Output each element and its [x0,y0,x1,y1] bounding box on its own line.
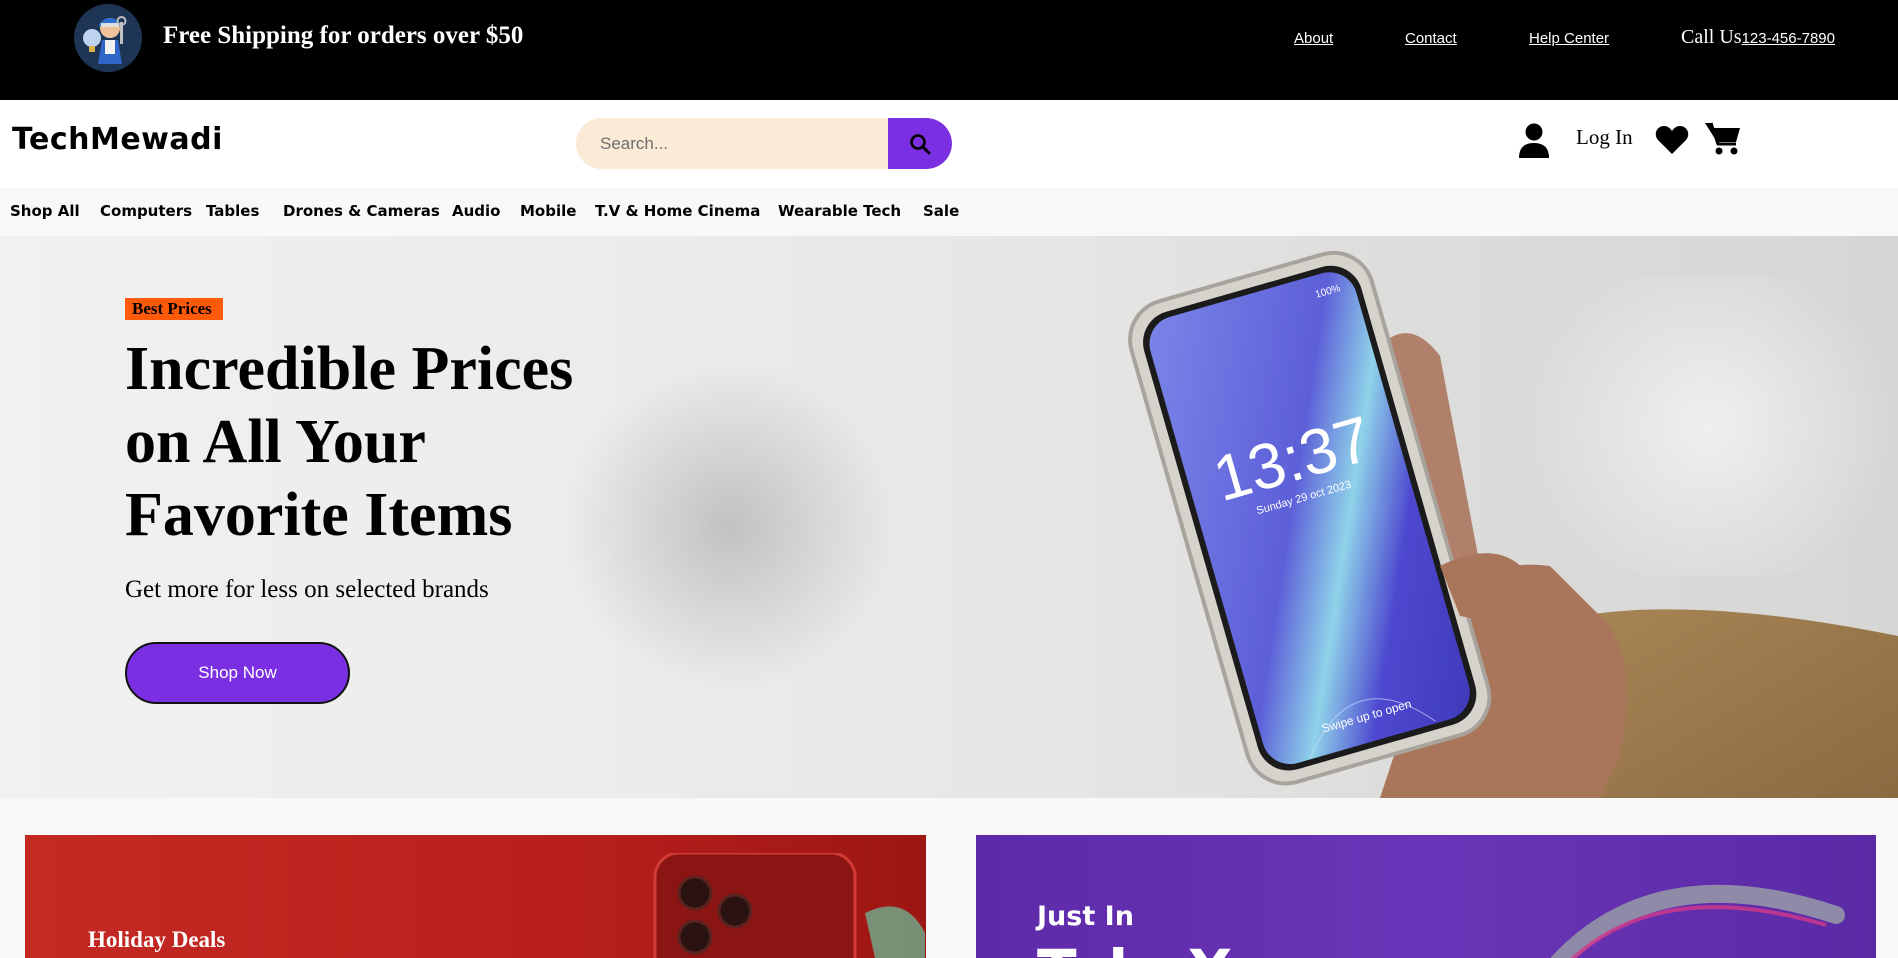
nav-shop-all[interactable]: Shop All [10,202,80,220]
headphones-image [1550,884,1845,958]
about-link[interactable]: About [1294,30,1333,47]
search-button[interactable] [888,118,952,169]
nav-tv-home-cinema[interactable]: T.V & Home Cinema [595,202,760,220]
login-button[interactable]: Log In [1576,125,1633,150]
holiday-deals-label: Holiday Deals [88,927,226,952]
hero-subtitle: Get more for less on selected brands [125,576,489,603]
phone-link[interactable]: 123-456-7890 [1742,30,1835,47]
nav-wearable-tech[interactable]: Wearable Tech [778,202,901,220]
mascot-icon [74,4,142,72]
hero-title: Incredible Prices on All Your Favorite I… [125,335,574,549]
shop-now-button[interactable]: Shop Now [125,642,350,704]
holiday-deals-card[interactable]: Holiday Deals [25,835,926,958]
cart-icon[interactable] [1704,120,1742,156]
site-header: TechMewadi Log In [0,100,1898,188]
nav-mobile[interactable]: Mobile [520,202,576,220]
nav-audio[interactable]: Audio [452,202,500,220]
top-announcement-bar: Free Shipping for orders over $50 About … [0,0,1898,100]
call-us-label: Call Us [1681,26,1742,48]
help-center-link[interactable]: Help Center [1529,30,1609,47]
brand-logo[interactable]: TechMewadi [12,122,223,157]
hero-banner: 13:37 Sunday 29 oct 2023 100% Swipe up t… [0,236,1898,798]
search-input[interactable] [576,118,888,169]
search-icon [910,133,931,154]
hand-holding-phone-image: 13:37 Sunday 29 oct 2023 100% Swipe up t… [1128,250,1898,798]
mascot-logo[interactable] [74,4,142,72]
best-prices-badge: Best Prices [125,298,223,320]
account-icon[interactable] [1518,122,1550,158]
wishlist-heart-icon[interactable] [1655,124,1689,156]
call-us: Call Us123-456-7890 [1681,26,1835,49]
nav-sale[interactable]: Sale [923,202,959,220]
free-shipping-text: Free Shipping for orders over $50 [163,22,524,49]
category-nav: Shop All Computers Tables Drones & Camer… [0,188,1898,236]
nav-drones-cameras[interactable]: Drones & Cameras [283,202,440,220]
just-in-card[interactable]: Just In Tele X... [976,835,1876,958]
just-in-label: Just In [1037,901,1134,932]
nav-tables[interactable]: Tables [206,202,259,220]
search-bar [576,118,952,169]
contact-link[interactable]: Contact [1405,30,1457,47]
nav-computers[interactable]: Computers [100,202,192,220]
red-phone-image [653,853,925,958]
just-in-product-title: Tele X... [1037,937,1298,958]
